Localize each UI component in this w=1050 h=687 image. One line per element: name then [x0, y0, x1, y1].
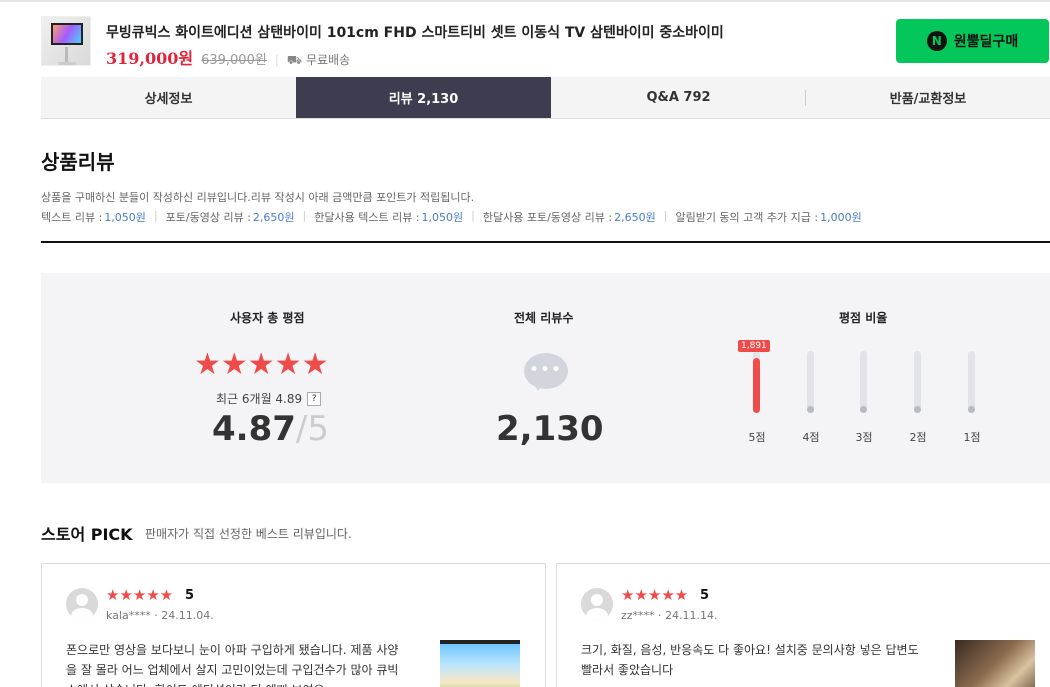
- naver-n-icon: N: [926, 31, 947, 51]
- point-item: 알림받기 동의 고객 추가 지급 :1,000원: [675, 211, 862, 224]
- rating-stars-icon: ★★★★★: [194, 347, 329, 382]
- speech-bubble-icon: •••: [524, 353, 568, 391]
- store-pick-title: 스토어 PICK: [41, 525, 133, 544]
- buy-button-label: 원뿔딜구매: [953, 34, 1019, 50]
- ratio-track: [968, 351, 975, 413]
- tab-reviews[interactable]: 리뷰 2,130: [296, 77, 551, 118]
- review-score: 5: [700, 588, 710, 603]
- original-price: 639,000원: [201, 53, 267, 68]
- review-stars-icon: ★★★★★: [621, 586, 689, 604]
- review-meta: zz**** · 24.11.14.: [621, 609, 718, 622]
- ratio-label: 3점: [855, 431, 873, 444]
- sale-price: 319,000원: [106, 49, 194, 68]
- ratio-label: 2점: [909, 431, 927, 444]
- section-divider: [41, 241, 1050, 243]
- point-item: 한달사용 텍스트 리뷰 :1,050원: [314, 211, 464, 224]
- review-text: 크기, 화질, 음성, 반응속도 다 좋아요! 설치중 문의사항 넣은 답변도 …: [581, 643, 919, 677]
- review-stars-icon: ★★★★★: [106, 586, 174, 604]
- store-pick-subtitle: 판매자가 직접 선정한 베스트 리뷰입니다.: [145, 527, 352, 541]
- ratio-bar-3: 3점: [844, 351, 884, 451]
- point-item: 한달사용 포토/동영상 리뷰 :2,650원: [482, 211, 656, 224]
- buy-button[interactable]: N 원뿔딜구매: [896, 19, 1049, 63]
- ratio-heading: 평점 비율: [839, 311, 888, 325]
- tab-details[interactable]: 상세정보: [41, 77, 296, 118]
- ratio-bar-1: 1점: [952, 351, 992, 451]
- price-row: 319,000원 639,000원 | ⛟ 무료배송: [106, 45, 350, 69]
- ratio-label: 1점: [963, 431, 981, 444]
- ratio-dot: [807, 406, 814, 413]
- review-score: 5: [185, 588, 195, 603]
- ratio-count-badge: 1,891: [738, 340, 770, 352]
- tab-qna[interactable]: Q&A 792: [551, 77, 806, 118]
- ratio-fill: [753, 358, 760, 413]
- total-reviews: 2,130: [496, 409, 604, 449]
- ratio-dot: [914, 406, 921, 413]
- review-summary: 사용자 총 평점 ★★★★★ 최근 6개월 4.89 ? 4.87/5 전체 리…: [41, 273, 1050, 483]
- ratio-label: 5점: [748, 431, 766, 444]
- ratio-track: [914, 351, 921, 413]
- ratio-dot: [968, 406, 975, 413]
- ratio-dot: [860, 406, 867, 413]
- average-rating: 4.87/5: [212, 409, 329, 449]
- review-text: 폰으로만 영상을 보다보니 눈이 아파 구입하게 됐습니다. 제품 사양을 잘 …: [66, 643, 399, 687]
- rating-heading: 사용자 총 평점: [230, 311, 305, 325]
- help-icon[interactable]: ?: [307, 391, 322, 406]
- review-count-heading: 전체 리뷰수: [514, 311, 574, 325]
- ratio-track: [860, 351, 867, 413]
- shipping-info: 무료배송: [305, 53, 351, 67]
- point-item: 텍스트 리뷰 :1,050원: [41, 211, 146, 224]
- review-card[interactable]: ★★★★★ 5 kala**** · 24.11.04. 폰으로만 영상을 보다…: [41, 563, 546, 687]
- ratio-bar-5: 1,891 5점: [737, 340, 777, 451]
- review-photo[interactable]: [955, 640, 1035, 687]
- ratio-bar-4: 4점: [791, 351, 831, 451]
- review-photo[interactable]: [440, 640, 520, 687]
- tv-screen-image: [51, 23, 83, 45]
- tab-return-exchange[interactable]: 반품/교환정보: [806, 77, 1050, 118]
- ratio-label: 4점: [802, 431, 820, 444]
- point-item: 포토/동영상 리뷰 :2,650원: [165, 211, 295, 224]
- avatar: [66, 588, 98, 620]
- ratio-track: [807, 351, 814, 413]
- review-section-title: 상품리뷰: [41, 150, 115, 174]
- avatar: [581, 588, 613, 620]
- truck-icon: ⛟: [286, 53, 302, 67]
- review-description: 상품을 구매하신 분들이 작성하신 리뷰입니다.리뷰 작성시 아래 금액만큼 포…: [41, 191, 475, 204]
- product-header: 무빙큐빅스 화이트에디션 삼탠바이미 101cm FHD 스마트티비 셋트 이동…: [0, 0, 1050, 77]
- product-thumbnail[interactable]: [41, 16, 91, 66]
- review-card[interactable]: ★★★★★ 5 zz**** · 24.11.14. 크기, 화질, 음성, 반…: [556, 563, 1050, 687]
- product-title: 무빙큐빅스 화이트에디션 삼탠바이미 101cm FHD 스마트티비 셋트 이동…: [106, 25, 724, 41]
- ratio-bar-2: 2점: [898, 351, 938, 451]
- recent-rating: 최근 6개월 4.89 ?: [216, 390, 322, 407]
- review-meta: kala**** · 24.11.04.: [106, 609, 214, 622]
- product-tabs: 상세정보 리뷰 2,130 Q&A 792 반품/교환정보: [41, 77, 1050, 119]
- point-info-row: 텍스트 리뷰 :1,050원 | 포토/동영상 리뷰 :2,650원 | 한달사…: [41, 209, 862, 224]
